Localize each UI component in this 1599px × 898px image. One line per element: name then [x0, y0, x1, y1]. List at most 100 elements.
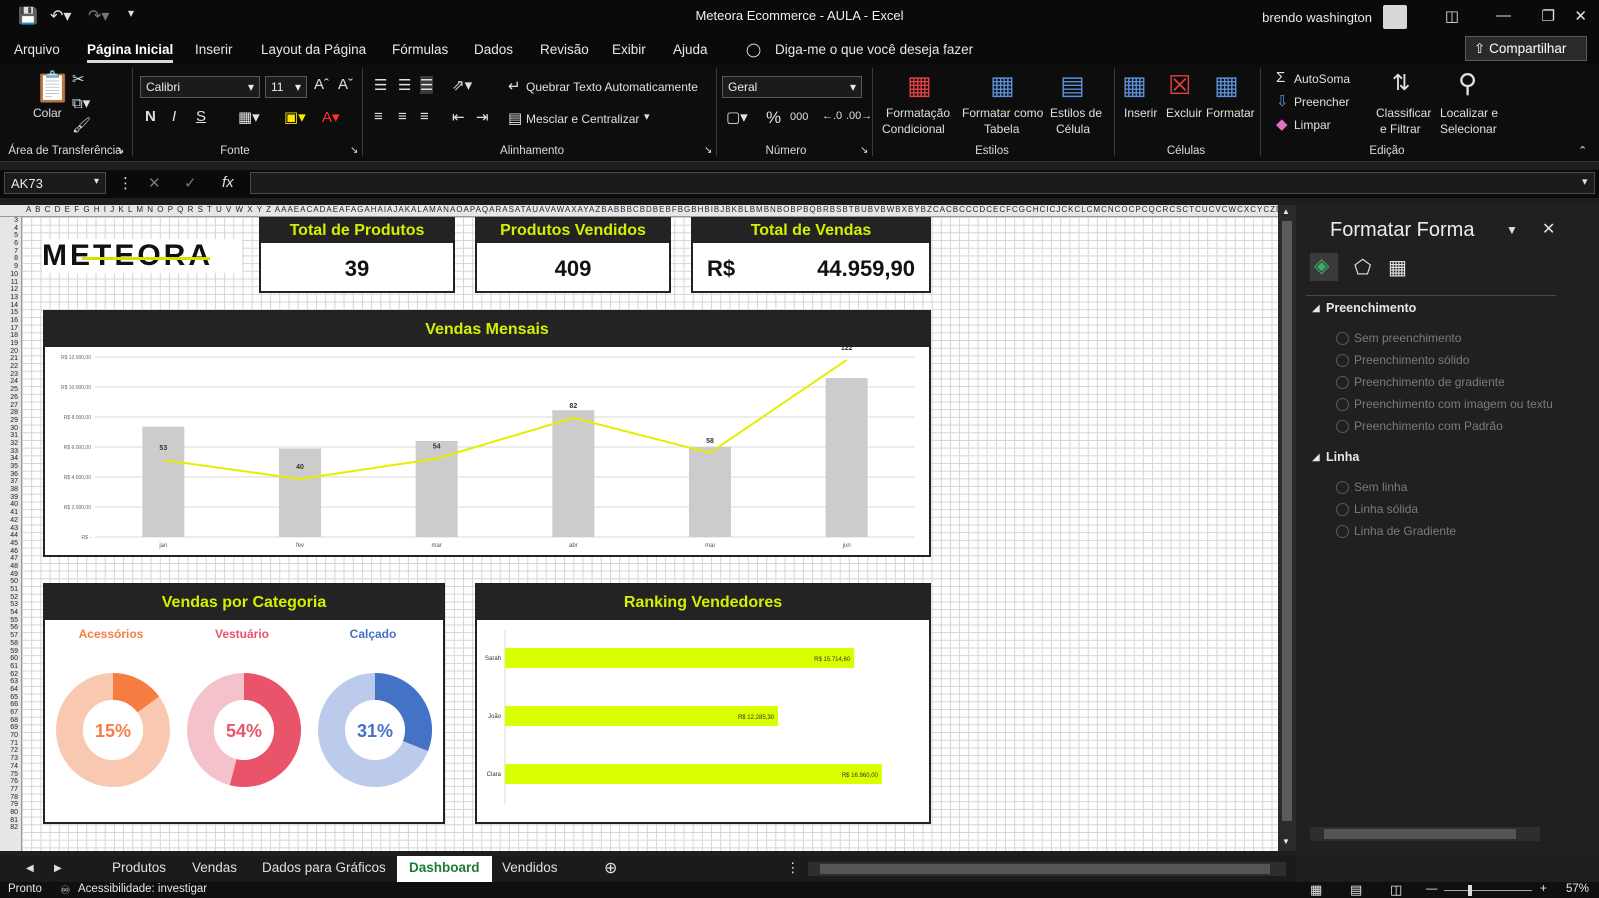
- row-headers[interactable]: 3 4 5 6 7 8 9 10 11 12 13 14 15 16 17 18 19 20 21 22 23 24 25 2…: [0, 217, 22, 851]
- ranking-bar-chart[interactable]: Sarah R$ 15.714,60 João R$ 12.285,30 Clara R$…: [477, 620, 929, 822]
- tab-pagina-inicial[interactable]: Página Inicial: [87, 42, 174, 63]
- row-header[interactable]: 63: [0, 678, 21, 686]
- row-header[interactable]: 71: [0, 740, 21, 748]
- sort-filter-button-2[interactable]: e Filtrar: [1380, 122, 1421, 136]
- row-header[interactable]: 6: [0, 240, 21, 248]
- share-button[interactable]: ⇧ Compartilhar: [1465, 36, 1587, 61]
- cell-styles-button[interactable]: Estilos de: [1050, 106, 1102, 120]
- category-sales-panel[interactable]: Vendas por Categoria Acessórios 15% Vestuá…: [43, 583, 445, 824]
- row-header[interactable]: 25: [0, 386, 21, 394]
- sheet-tab-dados-graficos[interactable]: Dados para Gráficos: [262, 860, 386, 875]
- row-header[interactable]: 38: [0, 486, 21, 494]
- row-header[interactable]: 24: [0, 378, 21, 386]
- row-header[interactable]: 57: [0, 632, 21, 640]
- row-header[interactable]: 39: [0, 494, 21, 502]
- tell-me-input[interactable]: Diga-me o que você deseja fazer: [775, 42, 973, 57]
- row-header[interactable]: 13: [0, 294, 21, 302]
- add-sheet-icon[interactable]: ⊕: [604, 858, 617, 878]
- line-section-header[interactable]: Linha: [1326, 450, 1359, 464]
- row-header[interactable]: 60: [0, 655, 21, 663]
- monthly-sales-panel[interactable]: Vendas Mensais R$ 12.000,00 R$ 10.000,00 R…: [43, 310, 931, 557]
- row-header[interactable]: 49: [0, 571, 21, 579]
- align-top-icon[interactable]: ☰: [374, 76, 387, 94]
- row-header[interactable]: 46: [0, 548, 21, 556]
- copy-icon[interactable]: ⧉▾: [72, 94, 90, 112]
- cancel-icon[interactable]: ✕: [148, 174, 161, 192]
- merge-center-button[interactable]: Mesclar e Centralizar: [526, 112, 639, 126]
- row-header[interactable]: 29: [0, 417, 21, 425]
- row-header[interactable]: 42: [0, 517, 21, 525]
- row-header[interactable]: 65: [0, 694, 21, 702]
- conditional-format-button-2[interactable]: Condicional: [882, 122, 945, 136]
- row-header[interactable]: 14: [0, 302, 21, 310]
- row-header[interactable]: 33: [0, 448, 21, 456]
- row-header[interactable]: 75: [0, 771, 21, 779]
- row-header[interactable]: 11: [0, 279, 21, 287]
- picture-fill-radio[interactable]: Preenchimento com imagem ou textu: [1336, 397, 1553, 411]
- tab-inserir[interactable]: Inserir: [195, 42, 233, 57]
- row-header[interactable]: 81: [0, 817, 21, 825]
- row-header[interactable]: 69: [0, 724, 21, 732]
- row-header[interactable]: 41: [0, 509, 21, 517]
- thousands-icon[interactable]: 000: [790, 111, 808, 123]
- grow-font-icon[interactable]: Aˆ: [314, 76, 329, 93]
- row-header[interactable]: 61: [0, 663, 21, 671]
- format-painter-icon[interactable]: 🖌: [72, 116, 91, 134]
- tab-ajuda[interactable]: Ajuda: [673, 42, 708, 57]
- font-launcher-icon[interactable]: ↘: [350, 145, 358, 156]
- tab-formulas[interactable]: Fórmulas: [392, 42, 448, 57]
- row-header[interactable]: 80: [0, 809, 21, 817]
- row-header[interactable]: 8: [0, 255, 21, 263]
- avatar[interactable]: [1383, 5, 1407, 29]
- row-header[interactable]: 30: [0, 425, 21, 433]
- scroll-down-icon[interactable]: ▼: [1282, 837, 1290, 846]
- find-select-button-2[interactable]: Selecionar: [1440, 122, 1497, 136]
- gradient-line-radio[interactable]: Linha de Gradiente: [1335, 524, 1456, 538]
- conditional-format-button[interactable]: Formatação: [886, 106, 950, 120]
- fill-color-icon[interactable]: ▣▾: [284, 108, 306, 126]
- row-header[interactable]: 22: [0, 363, 21, 371]
- insert-function-icon[interactable]: fx: [222, 174, 234, 191]
- category-donut-charts[interactable]: Acessórios 15% Vestuário 54% Calçado 31%: [45, 620, 443, 822]
- pane-hscrollbar[interactable]: [1310, 827, 1540, 841]
- page-break-view-icon[interactable]: ◫: [1390, 882, 1402, 898]
- restore-icon[interactable]: ❐: [1542, 7, 1555, 25]
- expand-formula-icon[interactable]: ▾: [1582, 175, 1588, 188]
- row-header[interactable]: 21: [0, 355, 21, 363]
- alignment-launcher-icon[interactable]: ↘: [704, 145, 712, 156]
- hscroll-thumb[interactable]: [820, 864, 1270, 874]
- more-icon[interactable]: ⋮: [118, 174, 133, 192]
- delete-cells-button[interactable]: Excluir: [1166, 106, 1202, 120]
- find-select-button[interactable]: Localizar e: [1440, 106, 1498, 120]
- row-header[interactable]: 37: [0, 478, 21, 486]
- row-header[interactable]: 19: [0, 340, 21, 348]
- row-header[interactable]: 77: [0, 786, 21, 794]
- prev-sheet-icon[interactable]: ◀: [26, 863, 34, 874]
- font-name-select[interactable]: Calibri ▾: [140, 76, 260, 98]
- percent-icon[interactable]: %: [766, 108, 781, 128]
- scroll-thumb[interactable]: [1282, 221, 1292, 821]
- align-bottom-icon[interactable]: ☰: [420, 76, 434, 94]
- no-fill-radio[interactable]: Sem preenchimento: [1335, 331, 1461, 345]
- row-header[interactable]: 17: [0, 325, 21, 333]
- row-header[interactable]: 26: [0, 394, 21, 402]
- row-header[interactable]: 43: [0, 525, 21, 533]
- currency-format-icon[interactable]: ▢▾: [726, 108, 748, 126]
- pane-scroll-thumb[interactable]: [1324, 829, 1516, 839]
- font-color-icon[interactable]: A▾: [322, 108, 340, 126]
- tab-dados[interactable]: Dados: [474, 42, 513, 57]
- row-header[interactable]: 35: [0, 463, 21, 471]
- paste-icon[interactable]: 📋: [34, 70, 71, 105]
- row-header[interactable]: 55: [0, 617, 21, 625]
- cut-icon[interactable]: ✂: [72, 70, 85, 88]
- chevron-down-icon[interactable]: ▾: [644, 110, 650, 123]
- bold-button[interactable]: N: [145, 108, 156, 125]
- row-header[interactable]: 74: [0, 763, 21, 771]
- normal-view-icon[interactable]: ▦: [1310, 882, 1322, 898]
- row-header[interactable]: 73: [0, 755, 21, 763]
- autosum-button[interactable]: AutoSoma: [1294, 72, 1350, 86]
- row-header[interactable]: 54: [0, 609, 21, 617]
- row-header[interactable]: 4: [0, 225, 21, 233]
- format-as-table-button[interactable]: Formatar como: [962, 106, 1043, 120]
- row-header[interactable]: 52: [0, 594, 21, 602]
